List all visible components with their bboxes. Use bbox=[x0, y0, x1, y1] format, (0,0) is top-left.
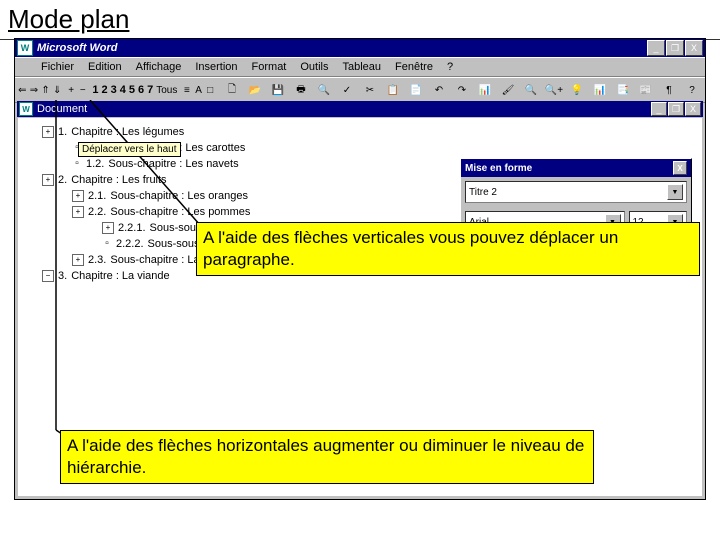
std-tool-20[interactable]: ? bbox=[681, 79, 703, 101]
plus-icon[interactable] bbox=[72, 254, 84, 266]
level-4-button[interactable]: 4 bbox=[119, 79, 127, 101]
word-app-icon: W bbox=[17, 40, 33, 56]
std-tool-19[interactable]: ¶ bbox=[658, 79, 680, 101]
outline-number: 2.1. bbox=[88, 190, 106, 202]
level-1-button[interactable]: 1 bbox=[91, 79, 99, 101]
menu-window[interactable]: Fenêtre bbox=[389, 60, 439, 74]
expand-button[interactable]: + bbox=[66, 79, 77, 101]
std-tool-12[interactable]: 🖌 bbox=[497, 79, 519, 101]
move-up-tooltip: Déplacer vers le haut bbox=[78, 142, 181, 157]
format-close-button[interactable]: X bbox=[673, 161, 687, 175]
outline-text[interactable]: Chapitre : Les légumes bbox=[71, 126, 184, 138]
std-tool-11[interactable]: 📊 bbox=[474, 79, 496, 101]
doc-titlebar: W Document _ ❐ X bbox=[17, 101, 703, 117]
level-6-button[interactable]: 6 bbox=[137, 79, 145, 101]
std-tool-2[interactable]: 💾 bbox=[267, 79, 289, 101]
show-first-line-button[interactable]: ≡ bbox=[182, 79, 193, 101]
std-tool-10[interactable]: ↷ bbox=[451, 79, 473, 101]
doc-title: Document bbox=[37, 103, 87, 115]
std-tool-14[interactable]: 🔍+ bbox=[543, 79, 565, 101]
plus-icon[interactable] bbox=[72, 206, 84, 218]
move-down-button[interactable]: ⇓ bbox=[52, 79, 63, 101]
minus-icon[interactable] bbox=[42, 270, 54, 282]
doc-minimize-button[interactable]: _ bbox=[651, 102, 667, 116]
outline-text[interactable]: Sous-chapitre : Les oranges bbox=[110, 190, 248, 202]
close-button[interactable]: X bbox=[685, 40, 703, 56]
outline-row[interactable]: 1. Chapitre : Les légumes bbox=[42, 124, 698, 140]
menu-edit[interactable]: Edition bbox=[82, 60, 128, 74]
outline-number: 2.2.2. bbox=[116, 238, 144, 250]
collapse-button[interactable]: − bbox=[77, 79, 88, 101]
master-doc-button[interactable]: □ bbox=[205, 79, 216, 101]
maximize-button[interactable]: ❐ bbox=[666, 40, 684, 56]
outline-number: 2.2. bbox=[88, 206, 106, 218]
outline-text[interactable]: Sous-chapitre : Les navets bbox=[108, 158, 238, 170]
outline-number: 1.2. bbox=[86, 158, 104, 170]
std-tool-9[interactable]: ↶ bbox=[428, 79, 450, 101]
body-icon[interactable] bbox=[102, 239, 112, 249]
outline-number: 1. bbox=[58, 126, 67, 138]
std-tool-3[interactable]: 🖶 bbox=[290, 79, 312, 101]
plus-icon[interactable] bbox=[42, 174, 54, 186]
plus-icon[interactable] bbox=[102, 222, 114, 234]
outline-text[interactable]: Sous-chapitre : Les pommes bbox=[110, 206, 250, 218]
outline-text[interactable]: Chapitre : La viande bbox=[71, 270, 169, 282]
level-2-button[interactable]: 2 bbox=[100, 79, 108, 101]
callout-horizontal-arrows: A l'aide des flèches horizontales augmen… bbox=[60, 430, 594, 484]
doc-icon: W bbox=[19, 102, 33, 116]
menubar: Fichier Edition Affichage Insertion Form… bbox=[15, 57, 705, 77]
std-tool-6[interactable]: ✂ bbox=[359, 79, 381, 101]
promote-button[interactable]: ⇐ bbox=[17, 79, 28, 101]
menu-tools[interactable]: Outils bbox=[294, 60, 334, 74]
level-5-button[interactable]: 5 bbox=[128, 79, 136, 101]
level-all-button[interactable]: Tous bbox=[155, 79, 178, 101]
format-titlebar[interactable]: Mise en forme X bbox=[461, 159, 691, 177]
std-tool-15[interactable]: 💡 bbox=[566, 79, 588, 101]
outline-number: 2. bbox=[58, 174, 67, 186]
menu-format[interactable]: Format bbox=[246, 60, 293, 74]
doc-close-button[interactable]: X bbox=[685, 102, 701, 116]
std-tool-1[interactable]: 📂 bbox=[244, 79, 266, 101]
std-tool-13[interactable]: 🔍 bbox=[520, 79, 542, 101]
std-tool-16[interactable]: 📊 bbox=[589, 79, 611, 101]
menu-help[interactable]: ? bbox=[441, 60, 459, 74]
outline-number: 2.3. bbox=[88, 254, 106, 266]
callout-vertical-arrows: A l'aide des flèches verticales vous pou… bbox=[196, 222, 700, 276]
app-titlebar: W Microsoft Word _ ❐ X bbox=[15, 39, 705, 57]
app-title: Microsoft Word bbox=[37, 42, 117, 54]
style-value: Titre 2 bbox=[469, 187, 497, 198]
std-tool-7[interactable]: 📋 bbox=[382, 79, 404, 101]
show-formatting-button[interactable]: A bbox=[193, 79, 204, 101]
outline-text[interactable]: Chapitre : Les fruits bbox=[71, 174, 166, 186]
std-tool-18[interactable]: 📰 bbox=[635, 79, 657, 101]
std-tool-8[interactable]: 📄 bbox=[405, 79, 427, 101]
level-7-button[interactable]: 7 bbox=[146, 79, 154, 101]
outline-number: 2.2.1. bbox=[118, 222, 146, 234]
std-tool-17[interactable]: 📑 bbox=[612, 79, 634, 101]
std-tool-4[interactable]: 🔍 bbox=[313, 79, 335, 101]
menu-insert[interactable]: Insertion bbox=[189, 60, 243, 74]
plus-icon[interactable] bbox=[72, 190, 84, 202]
menu-file[interactable]: Fichier bbox=[35, 60, 80, 74]
dropdown-arrow-icon[interactable]: ▼ bbox=[667, 184, 683, 200]
style-select[interactable]: Titre 2 ▼ bbox=[465, 181, 687, 203]
plus-icon[interactable] bbox=[42, 126, 54, 138]
slide-title: Mode plan bbox=[0, 0, 720, 39]
move-up-button[interactable]: ⇑ bbox=[40, 79, 51, 101]
std-tool-5[interactable]: ✓ bbox=[336, 79, 358, 101]
level-3-button[interactable]: 3 bbox=[110, 79, 118, 101]
outline-number: 3. bbox=[58, 270, 67, 282]
doc-maximize-button[interactable]: ❐ bbox=[668, 102, 684, 116]
format-panel-title: Mise en forme bbox=[465, 163, 532, 174]
minimize-button[interactable]: _ bbox=[647, 40, 665, 56]
standard-toolbar-icons: 🗋📂💾🖶🔍✓✂📋📄↶↷📊🖌🔍🔍+💡📊📑📰¶? bbox=[221, 79, 703, 101]
demote-button[interactable]: ⇒ bbox=[29, 79, 40, 101]
menu-table[interactable]: Tableau bbox=[337, 60, 388, 74]
std-tool-0[interactable]: 🗋 bbox=[221, 79, 243, 101]
body-icon[interactable] bbox=[72, 159, 82, 169]
outline-toolbar: ⇐ ⇒ ⇑ ⇓ + − 1 2 3 4 5 6 7 Tous ≡ A □ 🗋📂💾… bbox=[15, 77, 705, 103]
menu-view[interactable]: Affichage bbox=[130, 60, 188, 74]
